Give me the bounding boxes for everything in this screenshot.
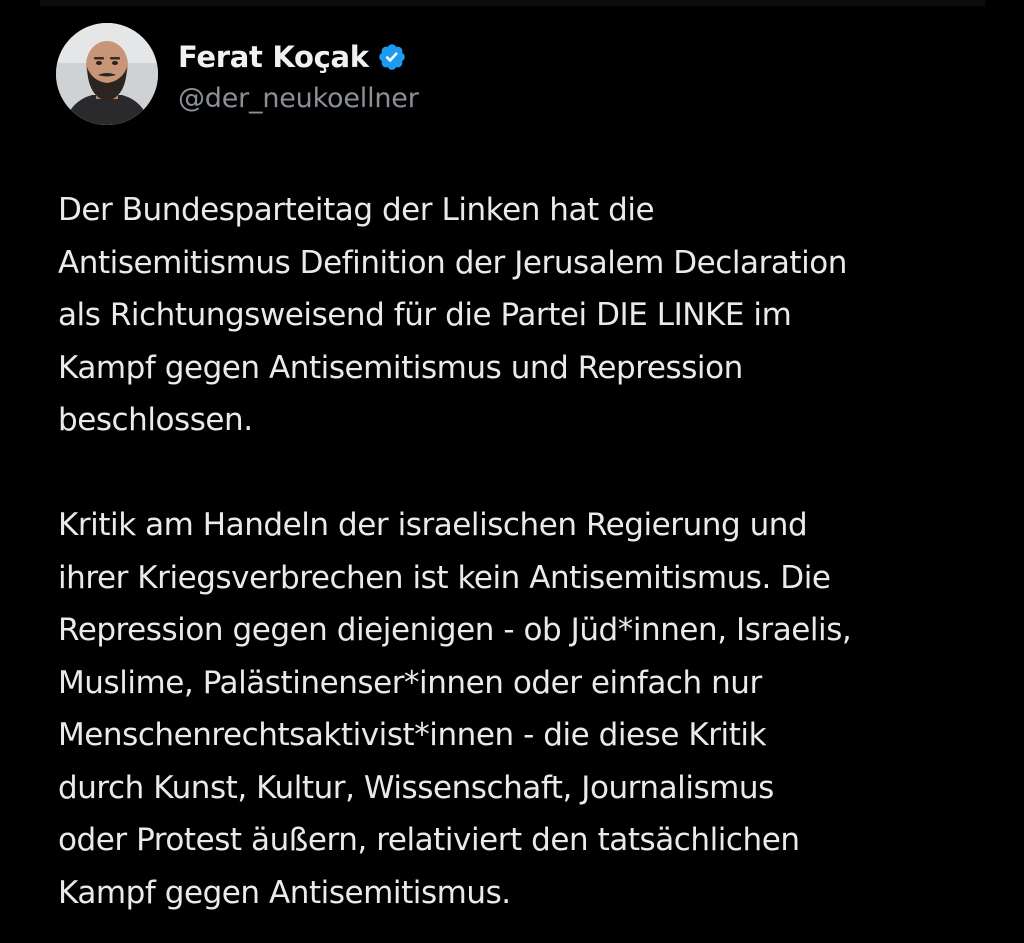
text-line: ihrer Kriegsverbrechen ist kein Antisemi…: [58, 559, 831, 596]
author-display-name[interactable]: Ferat Koçak: [178, 40, 369, 74]
author-info: Ferat Koçak @der_neukoellner: [178, 35, 419, 114]
post-paragraph-2: Kritik am Handeln der israelischen Regie…: [58, 499, 998, 919]
post-card: Ferat Koçak @der_neukoellner Der Bundesp…: [0, 0, 1024, 943]
text-line: Kampf gegen Antisemitismus und Repressio…: [58, 349, 743, 386]
text-line: Repression gegen diejenigen - ob Jüd*inn…: [58, 612, 852, 648]
verified-badge-icon: [377, 42, 407, 72]
text-line: Antisemitismus Definition der Jerusalem …: [58, 244, 847, 281]
text-line: Muslime, Palästinenser*innen oder einfac…: [58, 664, 762, 701]
avatar[interactable]: [56, 23, 158, 125]
profile-photo: [56, 23, 158, 125]
text-line: oder Protest äußern, relativiert den tat…: [58, 822, 800, 858]
text-line: Kampf gegen Antisemitismus.: [58, 874, 511, 911]
post-paragraph-1: Der Bundesparteitag der Linken hat die A…: [58, 184, 998, 447]
text-line: beschlossen.: [58, 402, 253, 438]
text-line: Kritik am Handeln der israelischen Regie…: [58, 507, 808, 543]
text-line: Menschenrechtsaktivist*innen - die diese…: [58, 717, 767, 753]
author-handle[interactable]: @der_neukoellner: [178, 83, 419, 114]
text-line: Der Bundesparteitag der Linken hat die: [58, 192, 655, 228]
post-header: Ferat Koçak @der_neukoellner: [56, 22, 419, 126]
post-text: Der Bundesparteitag der Linken hat die A…: [58, 184, 998, 919]
text-line: durch Kunst, Kultur, Wissenschaft, Journ…: [58, 769, 774, 806]
text-line: als Richtungsweisend für die Partei DIE …: [58, 297, 792, 333]
name-row: Ferat Koçak: [178, 35, 419, 79]
